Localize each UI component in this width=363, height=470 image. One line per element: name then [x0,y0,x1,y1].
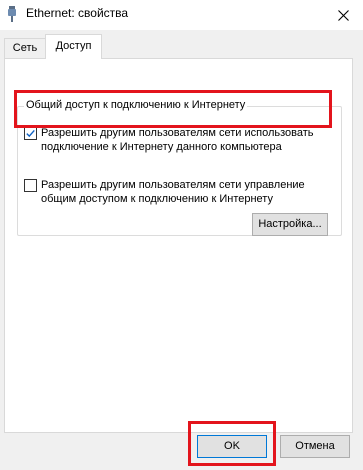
highlight-allow-share [14,90,332,128]
highlight-ok-button [188,421,276,466]
tab-network[interactable]: Сеть [4,38,46,58]
cancel-button[interactable]: Отмена [280,435,350,458]
allow-share-row[interactable]: Разрешить другим пользователям сети испо… [24,126,331,154]
tab-sharing[interactable]: Доступ [45,34,102,59]
title-bar: Ethernet: свойства [0,0,363,30]
settings-button[interactable]: Настройка... [252,213,328,236]
allow-share-checkbox[interactable] [24,127,37,140]
allow-share-label: Разрешить другим пользователям сети испо… [41,127,314,153]
allow-control-row[interactable]: Разрешить другим пользователям сети упра… [24,178,331,206]
checkmark-icon [26,129,35,138]
close-button[interactable] [323,0,363,30]
allow-control-checkbox[interactable] [24,179,37,192]
network-plug-icon [7,6,17,22]
allow-control-label: Разрешить другим пользователям сети упра… [41,179,305,205]
close-icon [337,9,349,21]
window-title: Ethernet: свойства [26,6,129,20]
